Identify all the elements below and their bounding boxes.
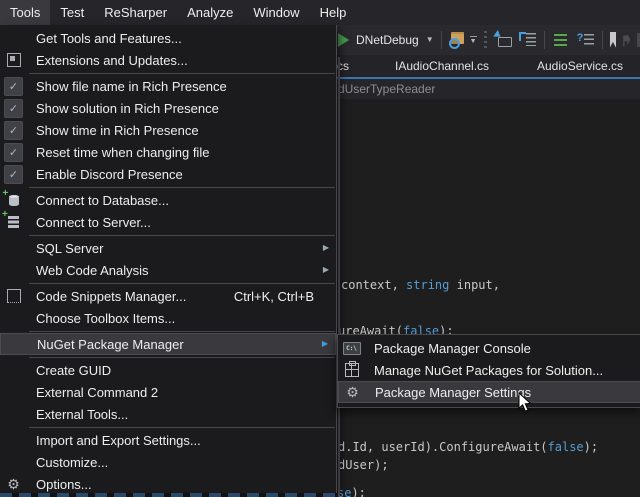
checkmark-icon: ✓ [4,77,23,96]
checkmark-icon: ✓ [4,121,23,140]
menu-item-options[interactable]: ⚙ Options... [0,473,336,493]
menu-item-connect-to-database[interactable]: Connect to Database... [0,189,336,211]
server-icon [8,216,19,228]
file-search-icon[interactable] [449,31,467,49]
run-play-icon[interactable] [338,33,349,47]
menu-separator [29,357,335,358]
menu-item-show-solution-in-rich-presence[interactable]: ✓ Show solution in Rich Presence [0,97,336,119]
menu-item-show-file-name-in-rich-presence[interactable]: ✓ Show file name in Rich Presence [0,75,336,97]
submenu-arrow-icon: ▶ [323,266,329,274]
tab-audioservice-cs[interactable]: AudioService.cs [537,55,623,77]
toolbar-separator [544,31,545,49]
snippets-icon [7,289,21,303]
bookmark-icon[interactable] [610,32,617,48]
run-configuration[interactable]: DNetDebug [356,33,419,47]
menu-separator [29,187,335,188]
toolbar-grip[interactable] [484,31,487,49]
menu-separator [29,73,335,74]
editor-margin-line [338,57,340,497]
menu-item-sql-server[interactable]: SQL Server ▶ [0,237,336,259]
menu-bottom-clip [0,493,337,497]
menu-item-import-and-export-settings[interactable]: Import and Export Settings... [0,429,336,451]
menu-separator [29,235,335,236]
toolbar-separator [602,31,603,49]
shortcut-label: Ctrl+K, Ctrl+B [234,289,336,304]
menu-item-reset-time-when-changing-file[interactable]: ✓ Reset time when changing file [0,141,336,163]
checkmark-icon: ✓ [4,99,23,118]
tools-menu: Get Tools and Features... Extensions and… [0,25,337,493]
gear-icon: ⚙ [7,477,20,491]
menubar-item-window[interactable]: Window [243,0,309,25]
menu-item-external-command-2[interactable]: External Command 2 [0,381,336,403]
tab-iaudiochannel-cs[interactable]: IAudioChannel.cs [395,55,489,77]
chevron-down-icon[interactable]: ▼ [426,36,434,44]
toolbar-separator [441,31,442,49]
code-line: dUser); [338,458,389,473]
search-dropdown[interactable]: ▼ [470,36,477,45]
checkmark-icon: ✓ [4,143,23,162]
navigate-highlight-icon[interactable] [494,31,512,49]
type-dropdown-label[interactable]: dUserTypeReader [338,82,435,96]
menu-item-get-tools-and-features[interactable]: Get Tools and Features... [0,27,336,49]
package-icon [345,363,359,377]
bookmark-next-icon [623,34,630,47]
checkmark-icon: ✓ [4,165,23,184]
menu-bar: ToolsTestReSharperAnalyzeWindowHelp [0,0,640,25]
visual-studio-window: ToolsTestReSharperAnalyzeWindowHelp DNet… [0,0,640,497]
menu-item-manage-nuget-packages-for-solution[interactable]: Manage NuGet Packages for Solution... [338,359,640,381]
copy-lines-icon[interactable] [519,31,537,49]
submenu-arrow-icon: ▶ [323,244,329,252]
extensions-icon [7,53,21,67]
menu-item-package-manager-settings[interactable]: ⚙ Package Manager Settings [338,381,640,403]
menubar-item-tools[interactable]: Tools [0,0,50,25]
mouse-cursor [518,392,533,413]
menubar-item-resharper[interactable]: ReSharper [94,0,177,25]
code-line: se); [337,486,366,497]
menu-item-connect-to-server[interactable]: Connect to Server... [0,211,336,233]
menu-item-create-guid[interactable]: Create GUID [0,359,336,381]
console-icon: C:\ [343,342,361,355]
menu-item-external-tools[interactable]: External Tools... [0,403,336,425]
database-icon [9,195,19,206]
menu-separator [29,331,335,332]
menu-separator [29,283,335,284]
menu-item-web-code-analysis[interactable]: Web Code Analysis ▶ [0,259,336,281]
menu-item-show-time-in-rich-presence[interactable]: ✓ Show time in Rich Presence [0,119,336,141]
toggle-comment-icon[interactable] [577,31,595,49]
gear-icon: ⚙ [346,385,359,399]
menu-separator [29,427,335,428]
code-line: context, string input, [341,278,500,293]
menubar-item-test[interactable]: Test [50,0,94,25]
menubar-item-analyze[interactable]: Analyze [177,0,243,25]
menu-item-extensions-and-updates[interactable]: Extensions and Updates... [0,49,336,71]
code-line: d.Id, userId).ConfigureAwait(false); [338,440,598,455]
format-indent-icon[interactable] [552,31,570,49]
menubar-item-help[interactable]: Help [310,0,357,25]
nuget-package-manager-submenu: C:\ Package Manager Console Manage NuGet… [337,334,640,408]
menu-item-enable-discord-presence[interactable]: ✓ Enable Discord Presence [0,163,336,185]
menu-item-customize[interactable]: Customize... [0,451,336,473]
submenu-arrow-icon: ▶ [322,340,328,348]
menu-item-package-manager-console[interactable]: C:\ Package Manager Console [338,337,640,359]
menu-item-code-snippets-manager[interactable]: Code Snippets Manager... Ctrl+K, Ctrl+B [0,285,336,307]
menu-item-nuget-package-manager[interactable]: NuGet Package Manager ▶ [0,333,336,355]
menu-item-choose-toolbox-items[interactable]: Choose Toolbox Items... [0,307,336,329]
